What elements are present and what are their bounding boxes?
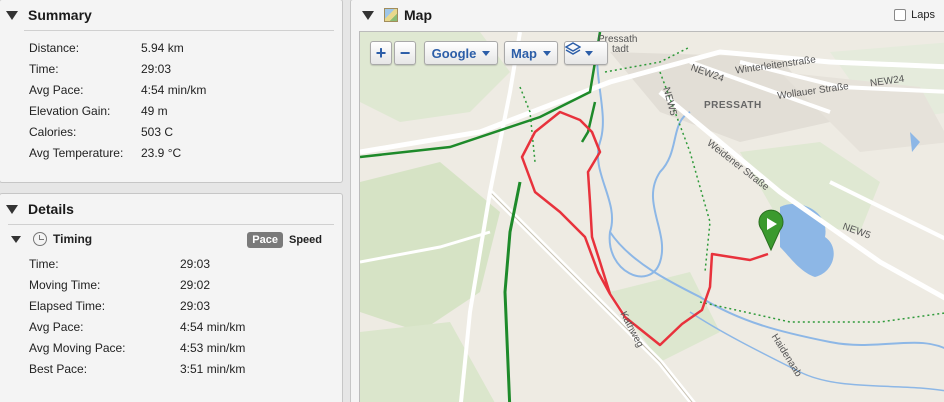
details-header[interactable]: Details	[0, 194, 342, 224]
summary-label: Elevation Gain:	[29, 103, 111, 118]
chevron-down-icon	[543, 50, 551, 56]
map-type-label: Map	[511, 45, 537, 61]
summary-header[interactable]: Summary	[0, 0, 342, 30]
timing-value: 29:03	[180, 298, 211, 313]
disclosure-triangle-icon[interactable]	[6, 204, 18, 214]
timing-label: Elapsed Time:	[29, 298, 106, 313]
summary-row-time: Time: 29:03	[0, 58, 342, 79]
summary-label: Calories:	[29, 124, 77, 139]
timing-label: Timing	[53, 232, 93, 246]
details-panel: Details Timing Pace Speed Time: 29:03 Mov…	[0, 193, 343, 402]
timing-label: Avg Pace:	[29, 319, 84, 334]
zoom-in-button[interactable]: +	[370, 41, 392, 65]
laps-checkbox-box[interactable]	[894, 9, 907, 21]
map-type-dropdown[interactable]: Map	[504, 41, 558, 65]
summary-label: Avg Temperature:	[29, 145, 124, 160]
layers-icon	[565, 42, 581, 55]
summary-row-calories: Calories: 503 C	[0, 121, 342, 142]
laps-label: Laps	[911, 9, 935, 21]
timing-row-time: Time: 29:03	[0, 253, 342, 274]
timing-row-avg-moving-pace: Avg Moving Pace: 4:53 min/km	[0, 337, 342, 358]
timing-value: 29:02	[180, 277, 211, 292]
clock-icon	[33, 232, 47, 246]
summary-row-distance: Distance: 5.94 km	[0, 37, 342, 58]
timing-label: Time:	[29, 256, 59, 271]
timing-section-header[interactable]: Timing Pace Speed	[0, 225, 342, 253]
summary-value: 29:03	[141, 61, 172, 76]
timing-row-best-pace: Best Pace: 3:51 min/km	[0, 358, 342, 379]
map-icon	[384, 8, 398, 22]
disclosure-triangle-icon[interactable]	[362, 10, 374, 20]
map-layers-dropdown[interactable]	[564, 41, 608, 65]
chevron-down-icon	[482, 50, 491, 56]
timing-label: Avg Moving Pace:	[29, 340, 126, 355]
timing-list: Time: 29:03 Moving Time: 29:02 Elapsed Tim…	[0, 253, 342, 379]
map-provider-dropdown[interactable]: Google	[424, 41, 498, 65]
timing-value: 29:03	[180, 256, 211, 271]
timing-row-moving-time: Moving Time: 29:02	[0, 274, 342, 295]
summary-panel: Summary Distance: 5.94 km Time: 29:03 Avg …	[0, 0, 343, 183]
map-label-town: PRESSATH	[704, 100, 762, 111]
map-view[interactable]: Pressath tadt PRESSATH Winterleitenstraß…	[359, 31, 944, 402]
summary-row-temperature: Avg Temperature: 23.9 °C	[0, 142, 342, 163]
timing-label: Best Pace:	[29, 361, 88, 376]
pace-speed-toggle[interactable]: Pace Speed	[247, 232, 328, 248]
timing-value: 4:53 min/km	[180, 340, 246, 355]
summary-list: Distance: 5.94 km Time: 29:03 Avg Pace: 4:5…	[0, 31, 342, 163]
map-header[interactable]: Map Laps	[351, 0, 944, 30]
timing-value: 4:54 min/km	[180, 319, 246, 334]
disclosure-triangle-icon[interactable]	[11, 235, 21, 243]
summary-value: 49 m	[141, 103, 168, 118]
timing-label: Moving Time:	[29, 277, 101, 292]
map-panel: Map Laps Pressath tadt PRESSATH Winterle…	[350, 0, 944, 402]
zoom-out-button[interactable]: −	[394, 41, 416, 65]
pace-toggle-button[interactable]: Pace	[247, 232, 283, 248]
timing-value: 3:51 min/km	[180, 361, 246, 376]
summary-row-elevation: Elevation Gain: 49 m	[0, 100, 342, 121]
summary-label: Distance:	[29, 40, 80, 55]
summary-row-avg-pace: Avg Pace: 4:54 min/km	[0, 79, 342, 100]
disclosure-triangle-icon[interactable]	[6, 10, 18, 20]
summary-value: 4:54 min/km	[141, 82, 207, 97]
summary-title: Summary	[28, 7, 92, 23]
timing-row-elapsed-time: Elapsed Time: 29:03	[0, 295, 342, 316]
timing-row-avg-pace: Avg Pace: 4:54 min/km	[0, 316, 342, 337]
map-provider-label: Google	[431, 45, 477, 61]
summary-value: 5.94 km	[141, 40, 184, 55]
summary-value: 503 C	[141, 124, 174, 139]
summary-value: 23.9 °C	[141, 145, 182, 160]
map-title: Map	[404, 7, 432, 23]
map-canvas[interactable]	[360, 32, 944, 402]
details-title: Details	[28, 201, 74, 217]
play-pin-icon[interactable]	[758, 209, 784, 252]
chevron-down-icon	[585, 50, 593, 56]
map-label-stadt: tadt	[612, 44, 629, 55]
laps-checkbox[interactable]: Laps	[894, 9, 935, 21]
speed-toggle-button[interactable]: Speed	[283, 232, 328, 248]
summary-label: Avg Pace:	[29, 82, 84, 97]
summary-label: Time:	[29, 61, 59, 76]
